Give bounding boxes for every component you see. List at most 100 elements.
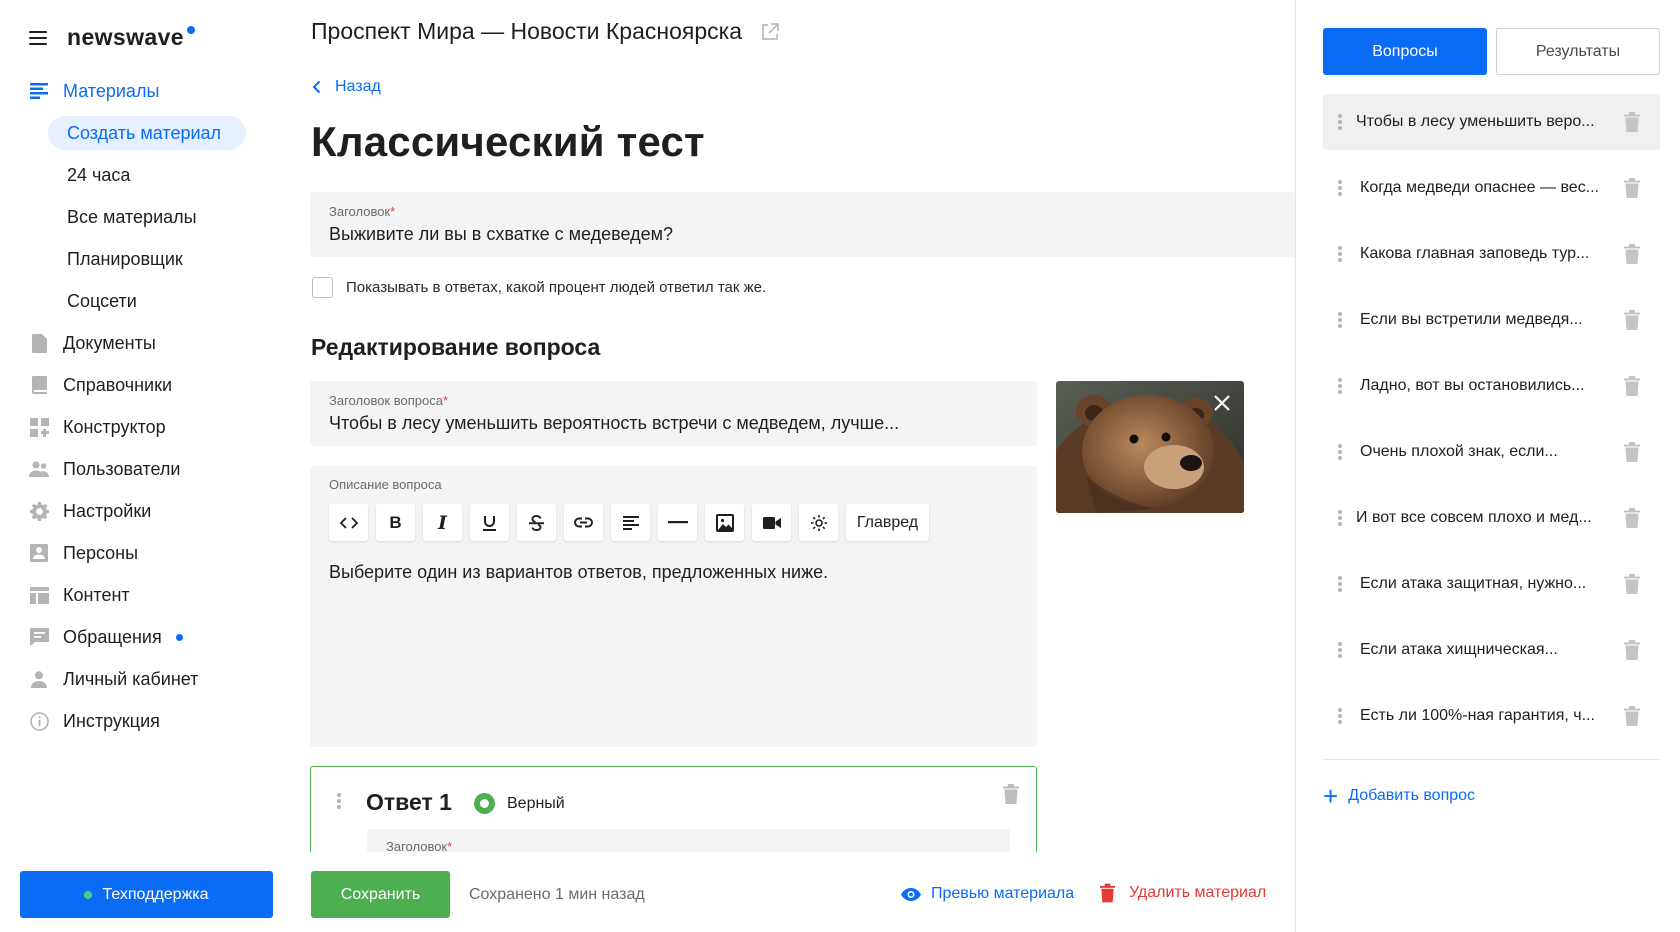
drag-handle-icon[interactable] [1338,378,1342,394]
nav-item-documents[interactable]: Документы [0,322,296,364]
support-button[interactable]: Техподдержка [20,871,273,918]
drag-handle-icon[interactable] [1338,114,1342,130]
question-description-editor[interactable]: Описание вопроса B I Главред Выберите од… [310,466,1037,747]
drag-handle-icon[interactable] [1338,576,1342,592]
nav-item-settings[interactable]: Настройки [0,490,296,532]
nav-item-users[interactable]: Пользователи [0,448,296,490]
question-title-label: Заголовок вопроса* [329,393,449,408]
close-icon[interactable] [1210,391,1234,415]
question-image[interactable] [1056,381,1244,513]
question-item[interactable]: Если вы встретили медведя... [1323,292,1660,348]
drag-handle-icon[interactable] [337,793,341,809]
show-percent-row[interactable]: Показывать в ответах, какой процент люде… [312,277,766,298]
image-icon[interactable] [705,504,744,541]
strikethrough-icon[interactable] [517,504,556,541]
question-title-value[interactable]: Чтобы в лесу уменьшить вероятность встре… [329,413,899,434]
description-text[interactable]: Выберите один из вариантов ответов, пред… [329,562,828,583]
nav-item-requests[interactable]: Обращения [0,616,296,658]
trash-icon[interactable] [1624,640,1640,660]
sub-item-all[interactable]: Все материалы [0,196,296,238]
sub-item-social[interactable]: Соцсети [0,280,296,322]
show-percent-checkbox[interactable] [312,277,333,298]
online-dot [84,890,93,899]
trash-icon[interactable] [1624,706,1640,726]
drag-handle-icon[interactable] [1338,510,1342,526]
nav-item-references[interactable]: Справочники [0,364,296,406]
nav-item-constructor[interactable]: Конструктор [0,406,296,448]
trash-icon[interactable] [1624,442,1640,462]
trash-icon[interactable] [1624,178,1640,198]
drag-handle-icon[interactable] [1338,246,1342,262]
link-icon[interactable] [564,504,603,541]
title-field[interactable]: Заголовок* Выживите ли вы в схватке с ме… [310,192,1295,257]
grid-icon [29,417,49,437]
drag-handle-icon[interactable] [1338,312,1342,328]
drag-handle-icon[interactable] [1338,444,1342,460]
list-icon [29,81,49,101]
code-icon[interactable] [329,504,368,541]
trash-icon[interactable] [1624,508,1640,528]
glavred-button[interactable]: Главред [846,504,929,541]
question-item[interactable]: Чтобы в лесу уменьшить веро... [1323,94,1660,150]
save-button[interactable]: Сохранить [311,871,450,918]
question-item[interactable]: Когда медведи опаснее — вес... [1323,160,1660,216]
trash-icon[interactable] [1624,112,1640,132]
question-list: Чтобы в лесу уменьшить веро... Когда мед… [1323,94,1660,754]
trash-icon[interactable] [1624,574,1640,594]
align-left-icon[interactable] [611,504,650,541]
trash-icon[interactable] [1624,310,1640,330]
drag-handle-icon[interactable] [1338,708,1342,724]
preview-button[interactable]: Превью материала [901,885,1074,903]
question-item[interactable]: Какова главная заповедь тур... [1323,226,1660,282]
correct-toggle[interactable]: Верный [474,793,565,814]
sun-icon[interactable] [799,504,838,541]
eye-icon [901,887,921,901]
sub-item-planner[interactable]: Планировщик [0,238,296,280]
sub-item-24h[interactable]: 24 часа [0,154,296,196]
video-icon[interactable] [752,504,791,541]
question-item[interactable]: Есть ли 100%-ная гарантия, ч... [1323,688,1660,744]
brand-logo[interactable]: newswave [67,24,195,51]
title-field-value[interactable]: Выживите ли вы в схватке с медеведем? [329,224,673,245]
question-item[interactable]: Очень плохой знак, если... [1323,424,1660,480]
italic-icon[interactable]: I [423,504,462,541]
sub-label: Планировщик [67,248,183,269]
nav-label: Материалы [63,80,160,101]
nav-item-content[interactable]: Контент [0,574,296,616]
sub-item-create[interactable]: Создать материал [48,116,246,150]
question-title-field[interactable]: Заголовок вопроса* Чтобы в лесу уменьшит… [310,381,1037,446]
nav-label: Персоны [63,542,139,563]
drag-handle-icon[interactable] [1338,642,1342,658]
delete-button[interactable]: Удалить материал [1100,883,1266,903]
nav-item-instructions[interactable]: Инструкция [0,700,296,742]
add-question-button[interactable]: + Добавить вопрос [1323,783,1476,809]
trash-icon[interactable] [1624,376,1640,396]
underline-icon[interactable] [470,504,509,541]
question-item[interactable]: Ладно, вот вы остановились... [1323,358,1660,414]
back-link[interactable]: Назад [312,78,381,96]
sidebar: newswave Материалы Создать материал 24 ч… [0,0,296,932]
chevron-left-icon [312,80,321,94]
drag-handle-icon[interactable] [1338,180,1342,196]
trash-icon[interactable] [1003,784,1019,804]
bottom-action-bar: Сохранить Сохранено 1 мин назад Превью м… [296,852,1295,932]
site-title-text: Проспект Мира — Новости Красноярска [311,18,742,44]
nav-item-materials[interactable]: Материалы [0,70,296,112]
nav-item-account[interactable]: Личный кабинет [0,658,296,700]
add-question-label: Добавить вопрос [1348,787,1476,804]
answer-title: Ответ 1 [366,789,452,815]
tab-results[interactable]: Результаты [1496,28,1660,75]
question-item[interactable]: И вот все совсем плохо и мед... [1323,490,1660,546]
nav-item-persons[interactable]: Персоны [0,532,296,574]
menu-icon[interactable] [29,30,47,45]
horizontal-rule-icon[interactable] [658,504,697,541]
external-link-icon[interactable] [760,22,780,42]
bold-icon[interactable]: B [376,504,415,541]
sub-label: 24 часа [67,164,131,185]
nav-label: Пользователи [63,458,181,479]
question-item[interactable]: Если атака хищническая... [1323,622,1660,678]
nav-label: Инструкция [63,710,160,731]
trash-icon[interactable] [1624,244,1640,264]
question-item[interactable]: Если атака защитная, нужно... [1323,556,1660,612]
tab-questions[interactable]: Вопросы [1323,28,1487,75]
